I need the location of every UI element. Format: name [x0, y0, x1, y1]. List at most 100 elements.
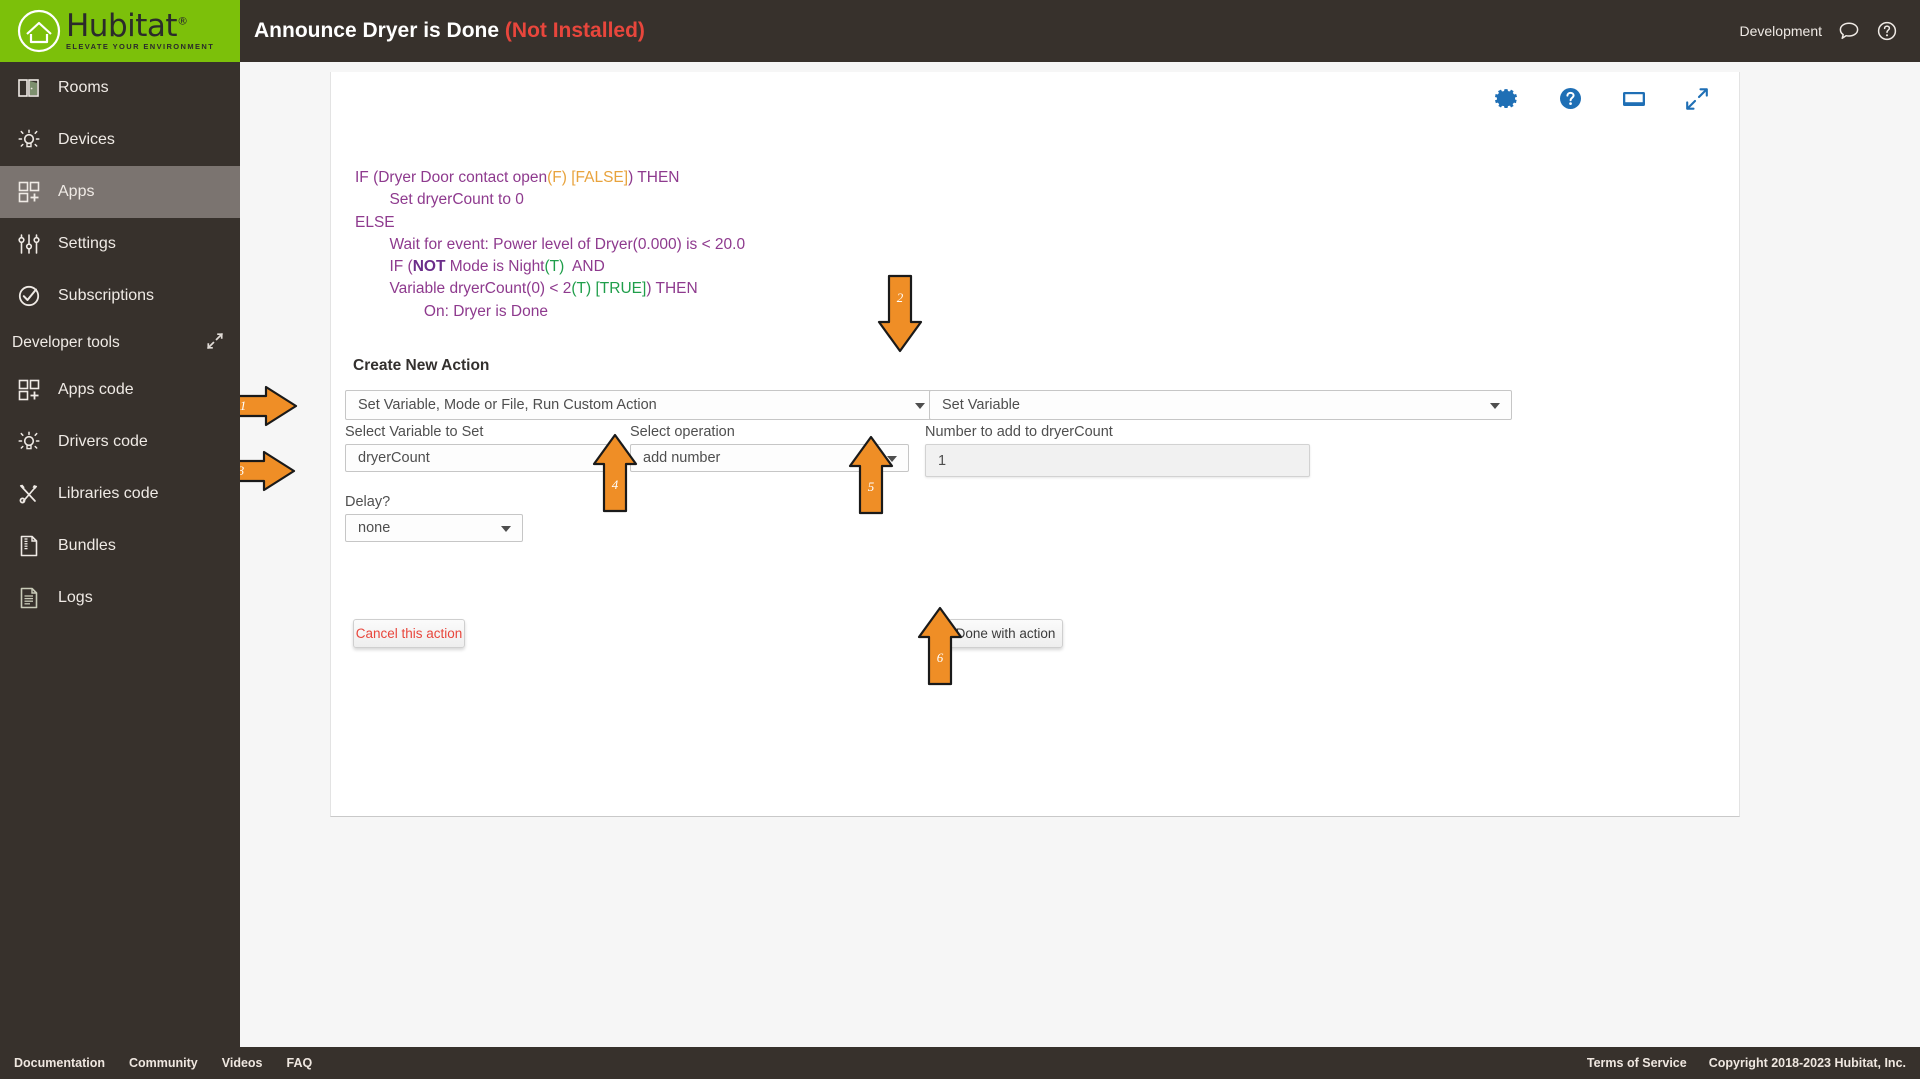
page-title-status: (Not Installed) — [505, 19, 645, 42]
variable-select-label: Select Variable to Set — [345, 424, 483, 440]
sidebar-item-subscriptions[interactable]: Subscriptions — [0, 270, 240, 322]
annotation-number: 2 — [877, 290, 923, 306]
annotation-number: 1 — [240, 398, 282, 414]
rule-segment: ELSE — [355, 214, 395, 231]
card-icon-toolbar — [1495, 86, 1709, 111]
done-with-action-button[interactable]: Done with action — [948, 619, 1063, 648]
footer-link-videos[interactable]: Videos — [222, 1056, 263, 1070]
number-input-value: 1 — [938, 453, 946, 469]
cancel-this-action-button[interactable]: Cancel this action — [353, 619, 465, 648]
variable-select[interactable]: dryerCount — [345, 444, 624, 472]
footer-link-community[interactable]: Community — [129, 1056, 198, 1070]
cancel-button-label: Cancel this action — [356, 626, 463, 641]
footer-link-faq[interactable]: FAQ — [287, 1056, 313, 1070]
rule-segment: [FALSE] — [571, 169, 628, 186]
sidebar-item-bundles[interactable]: Bundles — [0, 520, 240, 572]
rule-line: ELSE — [355, 212, 745, 234]
gear-icon[interactable] — [1495, 86, 1520, 111]
footer-links: Documentation Community Videos FAQ — [14, 1056, 312, 1070]
action-sub-select[interactable]: Set Variable — [929, 390, 1512, 420]
rule-segment: ) THEN — [646, 280, 697, 297]
subscriptions-icon — [14, 281, 44, 311]
number-input[interactable]: 1 — [925, 444, 1310, 477]
topbar-right-group: Development — [1740, 20, 1899, 42]
sidebar-item-settings[interactable]: Settings — [0, 218, 240, 270]
sidebar-item-label: Devices — [58, 131, 115, 149]
rule-segment: On: Dryer is Done — [355, 303, 548, 320]
sidebar-item-devices[interactable]: Devices — [0, 114, 240, 166]
delay-select[interactable]: none — [345, 514, 523, 542]
chat-bubble-icon[interactable] — [1838, 20, 1860, 42]
sidebar-item-logs[interactable]: Logs — [0, 572, 240, 624]
help-circle-icon[interactable] — [1558, 86, 1583, 111]
libraries-code-icon — [14, 479, 44, 509]
brand-logo-area[interactable]: Hubitat® ELEVATE YOUR ENVIRONMENT — [0, 0, 240, 62]
annotation-number: 4 — [591, 477, 639, 493]
sidebar-item-libraries-code[interactable]: Libraries code — [0, 468, 240, 520]
annotation-arrow-6: 6 — [916, 605, 964, 687]
app-root: Hubitat® ELEVATE YOUR ENVIRONMENT Rooms — [0, 0, 1920, 1079]
sidebar-item-apps[interactable]: Apps — [0, 166, 240, 218]
sidebar-section-developer-tools: Developer tools — [0, 322, 240, 364]
sidebar-item-label: Drivers code — [58, 433, 148, 451]
operation-select-label: Select operation — [630, 424, 735, 440]
sidebar-item-label: Rooms — [58, 79, 109, 97]
footer-link-terms[interactable]: Terms of Service — [1587, 1056, 1687, 1070]
sidebar-item-label: Apps — [58, 183, 94, 201]
top-bar: Announce Dryer is Done (Not Installed) D… — [240, 0, 1920, 62]
rule-segment: IF (Dryer Door contact open — [355, 169, 547, 186]
sidebar-item-label: Subscriptions — [58, 287, 154, 305]
number-input-label: Number to add to dryerCount — [925, 424, 1113, 440]
annotation-arrow-5: 5 — [847, 434, 895, 516]
rule-definition-text: IF (Dryer Door contact open(F) [FALSE] ) … — [355, 167, 745, 323]
sidebar-item-label: Libraries code — [58, 485, 159, 503]
rule-line: Variable dryerCount(0) < 2(T) [TRUE]) TH… — [355, 278, 745, 300]
action-sub-select-value: Set Variable — [942, 397, 1020, 413]
rule-editor-card: IF (Dryer Door contact open(F) [FALSE] ) … — [330, 72, 1740, 817]
rule-segment: Set dryerCount to 0 — [355, 191, 524, 208]
brand-name: Hubitat® — [66, 11, 214, 42]
sidebar: Hubitat® ELEVATE YOUR ENVIRONMENT Rooms — [0, 0, 240, 1079]
done-button-label: Done with action — [956, 626, 1056, 641]
create-new-action-heading: Create New Action — [353, 357, 489, 375]
sidebar-item-rooms[interactable]: Rooms — [0, 62, 240, 114]
rule-line: IF (Dryer Door contact open(F) [FALSE]) … — [355, 167, 745, 189]
help-circle-icon[interactable] — [1876, 20, 1898, 42]
sidebar-item-label: Apps code — [58, 381, 134, 399]
rule-segment: (F) — [547, 169, 567, 186]
page-title-text: Announce Dryer is Done — [254, 19, 499, 42]
footer-legal: Terms of Service Copyright 2018-2023 Hub… — [1587, 1056, 1906, 1070]
brand-tagline: ELEVATE YOUR ENVIRONMENT — [66, 43, 214, 51]
expand-icon[interactable] — [1685, 87, 1709, 111]
rule-segment: (T) — [545, 258, 565, 275]
rule-line: On: Dryer is Done — [355, 301, 745, 323]
brand-text: Hubitat® ELEVATE YOUR ENVIRONMENT — [66, 11, 214, 51]
sidebar-section-label: Developer tools — [12, 334, 120, 352]
sidebar-item-label: Settings — [58, 235, 116, 253]
main-content: IF (Dryer Door contact open(F) [FALSE] ) … — [240, 62, 1920, 1079]
footer-link-documentation[interactable]: Documentation — [14, 1056, 105, 1070]
rule-segment: Mode is Night — [445, 258, 544, 275]
sidebar-item-apps-code[interactable]: Apps code — [0, 364, 240, 416]
apps-icon — [14, 177, 44, 207]
action-type-select-value: Set Variable, Mode or File, Run Custom A… — [358, 397, 657, 413]
display-icon[interactable] — [1621, 88, 1647, 110]
rule-segment: AND — [564, 258, 604, 275]
rule-line: Set dryerCount to 0 — [355, 189, 745, 211]
annotation-arrow-3: 3 — [240, 450, 296, 492]
settings-icon — [14, 229, 44, 259]
collapse-icon[interactable] — [206, 332, 224, 355]
operation-select-value: add number — [643, 450, 720, 466]
footer-copyright: Copyright 2018-2023 Hubitat, Inc. — [1709, 1056, 1906, 1070]
action-type-select[interactable]: Set Variable, Mode or File, Run Custom A… — [345, 390, 937, 420]
sidebar-item-label: Logs — [58, 589, 93, 607]
annotation-arrow-4: 4 — [591, 432, 639, 514]
rule-segment: IF ( — [355, 258, 413, 275]
sidebar-item-drivers-code[interactable]: Drivers code — [0, 416, 240, 468]
page-title: Announce Dryer is Done (Not Installed) — [254, 19, 645, 43]
bundles-icon — [14, 531, 44, 561]
annotation-arrow-1: 1 — [240, 385, 298, 427]
annotation-number: 6 — [916, 650, 964, 666]
rule-segment: (T) — [571, 280, 591, 297]
chevron-down-icon — [915, 403, 925, 409]
